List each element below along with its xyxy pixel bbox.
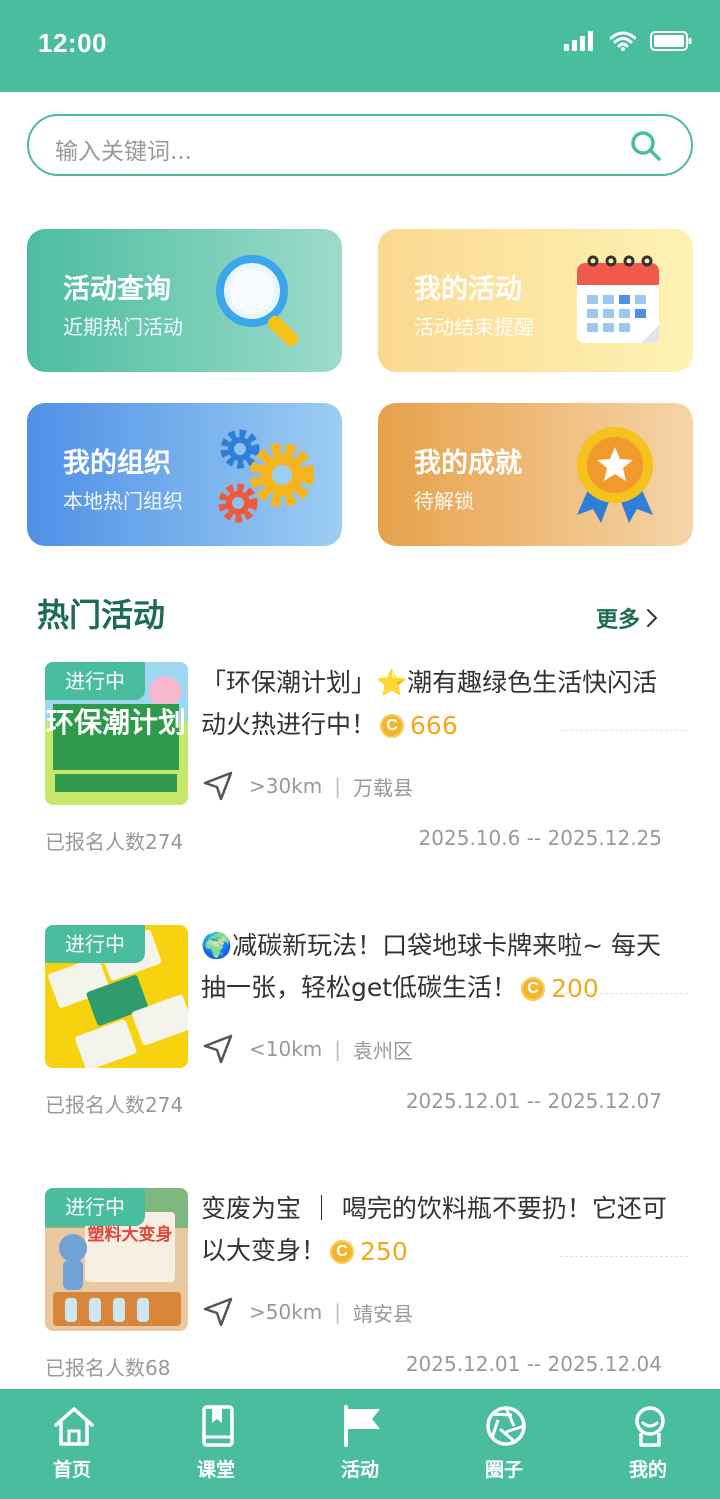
status-bar: 12:00	[0, 0, 720, 92]
card-subtitle: 活动结束提醒	[414, 315, 534, 339]
separator: |	[334, 1037, 342, 1061]
tab-label: 首页	[52, 1459, 91, 1481]
activity-search-card[interactable]: 活动查询 近期热门活动	[27, 229, 342, 372]
wifi-icon	[610, 31, 636, 51]
navigation-arrow-icon	[203, 771, 233, 801]
card-title: 活动查询	[63, 274, 171, 305]
activity-distance: >50km	[249, 1300, 323, 1324]
activity-item[interactable]: 塑料大变身 进行中 变废为宝 ｜ 喝完的饮料瓶不要扔！它还可以大变身！ C 250 …	[0, 1188, 720, 1388]
activity-place: 靖安县	[353, 1301, 414, 1326]
section-title: 热门活动	[37, 596, 166, 634]
activity-location: >50km | 靖安县	[201, 1294, 413, 1330]
search-bar[interactable]: 输入关键词...	[27, 114, 693, 176]
activity-points: 250	[360, 1237, 408, 1266]
tab-home[interactable]: 首页	[12, 1389, 132, 1499]
tab-label: 我的	[628, 1459, 667, 1481]
magnifier-icon	[216, 255, 299, 347]
navigation-arrow-icon	[203, 1297, 233, 1327]
activity-place: 袁州区	[353, 1038, 414, 1063]
search-input[interactable]: 输入关键词...	[55, 132, 192, 166]
bottom-tab-bar: 首页 课堂 活动 圈子 我的	[0, 1389, 720, 1499]
activity-date: 2025.10.6 -- 2025.12.25	[418, 826, 662, 850]
coin-icon: C	[380, 714, 405, 738]
more-label: 更多	[595, 608, 640, 633]
battery-icon	[650, 31, 692, 51]
card-subtitle: 本地热门组织	[63, 489, 183, 513]
activity-date: 2025.12.01 -- 2025.12.07	[405, 1089, 662, 1113]
my-activities-card[interactable]: 我的活动 活动结束提醒	[378, 229, 693, 372]
activity-signups: 已报名人数274	[45, 1093, 184, 1117]
thumbnail-text: 塑料大变身	[88, 1224, 173, 1245]
book-icon	[202, 1405, 234, 1447]
card-title: 我的活动	[414, 274, 522, 305]
status-badge: 进行中	[45, 662, 145, 700]
user-icon	[635, 1406, 665, 1447]
medal-icon	[577, 427, 653, 523]
status-icons	[564, 30, 692, 52]
activity-location: <10km | 袁州区	[201, 1031, 413, 1067]
activity-title: 变废为宝 ｜ 喝完的饮料瓶不要扔！它还可以大变身！ C 250	[201, 1188, 671, 1273]
activity-title-text: 变废为宝 ｜ 喝完的饮料瓶不要扔！它还可以大变身！	[201, 1194, 667, 1265]
tab-circle[interactable]: 圈子	[444, 1389, 564, 1499]
divider	[560, 730, 688, 731]
card-title: 我的成就	[414, 448, 522, 479]
activity-item[interactable]: 进行中 🌍减碳新玩法！口袋地球卡牌来啦~ 每天抽一张，轻松get低碳生活！ C 20…	[0, 925, 720, 1125]
card-subtitle: 近期热门活动	[63, 315, 183, 339]
separator: |	[334, 1300, 342, 1324]
card-title: 我的组织	[63, 448, 171, 479]
coin-icon: C	[330, 1240, 355, 1264]
status-badge: 进行中	[45, 925, 145, 963]
activity-location: >30km | 万载县	[201, 768, 413, 804]
card-subtitle: 待解锁	[414, 489, 474, 513]
my-organization-card[interactable]: 我的组织 本地热门组织	[27, 403, 342, 546]
calendar-icon	[577, 255, 659, 343]
activity-points: 200	[551, 974, 599, 1003]
tab-activities[interactable]: 活动	[300, 1389, 420, 1499]
activity-item[interactable]: 环保潮计划 进行中 「环保潮计划」⭐潮有趣绿色生活快闪活动火热进行中！ C 666 …	[0, 662, 720, 862]
activity-distance: >30km	[249, 774, 323, 798]
activity-title: 🌍减碳新玩法！口袋地球卡牌来啦~ 每天抽一张，轻松get低碳生活！ C 200	[201, 925, 671, 1010]
search-icon[interactable]	[629, 129, 663, 163]
divider	[560, 993, 688, 994]
coin-icon: C	[521, 977, 546, 1001]
activity-signups: 已报名人数274	[45, 830, 184, 854]
chevron-right-icon	[647, 609, 658, 627]
my-achievements-card[interactable]: 我的成就 待解锁	[378, 403, 693, 546]
aperture-icon	[486, 1406, 526, 1446]
flag-icon	[344, 1405, 380, 1447]
thumbnail-text: 环保潮计划	[46, 706, 186, 739]
divider	[560, 1256, 688, 1257]
activity-points: 666	[410, 711, 458, 740]
separator: |	[334, 774, 342, 798]
activity-title: 「环保潮计划」⭐潮有趣绿色生活快闪活动火热进行中！ C 666	[201, 662, 671, 747]
gears-icon	[218, 429, 314, 523]
navigation-arrow-icon	[203, 1034, 233, 1064]
activity-distance: <10km	[249, 1037, 323, 1061]
signal-icon	[564, 31, 593, 51]
status-badge: 进行中	[45, 1188, 145, 1226]
activity-signups: 已报名人数68	[45, 1356, 171, 1380]
tab-label: 活动	[340, 1459, 379, 1481]
tab-classroom[interactable]: 课堂	[156, 1389, 276, 1499]
activity-date: 2025.12.01 -- 2025.12.04	[405, 1352, 662, 1376]
status-time: 12:00	[38, 28, 107, 58]
tab-mine[interactable]: 我的	[588, 1389, 708, 1499]
tab-label: 圈子	[484, 1459, 523, 1481]
tab-label: 课堂	[196, 1459, 235, 1481]
more-link[interactable]: 更多	[596, 602, 658, 634]
activity-place: 万载县	[353, 775, 414, 800]
home-icon	[54, 1407, 94, 1446]
